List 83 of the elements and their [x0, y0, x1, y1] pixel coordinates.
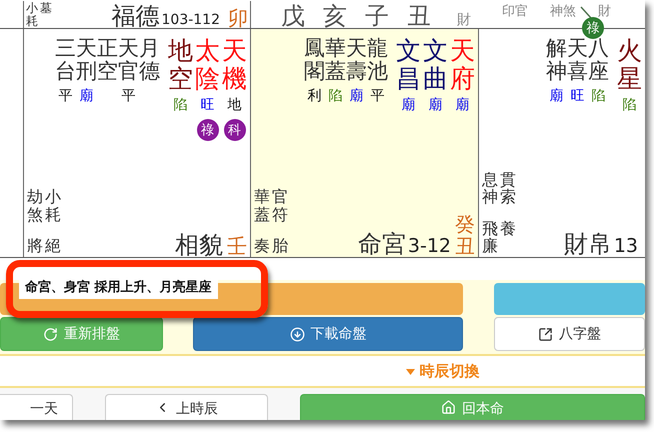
age-range: 13: [614, 236, 638, 257]
god-name: 劫煞: [27, 188, 43, 224]
palace-name: 相貌: [175, 233, 223, 257]
star-name: 天機: [222, 37, 247, 92]
star-name: 龍池: [367, 37, 388, 84]
ten-god-label: 印官: [502, 3, 528, 21]
download-icon: [290, 326, 304, 342]
star-brightness: 廟: [402, 98, 416, 114]
pillar-char: 亥: [323, 4, 347, 28]
star-name: 華蓋: [325, 37, 346, 84]
nav-button[interactable]: 上時辰: [105, 394, 268, 420]
transform-badge: 科: [224, 119, 246, 142]
star-brightness: 廟: [456, 98, 470, 114]
star-name: 天官: [118, 37, 139, 84]
star-name: 火星: [617, 37, 642, 92]
star-brightness: 地: [228, 98, 242, 114]
home-icon: [441, 400, 456, 415]
star-brightness: 旺: [570, 89, 584, 105]
star-brightness: 廟: [550, 89, 564, 105]
star-name: 天府: [450, 37, 475, 92]
star-name: 天壽: [346, 37, 367, 84]
god-name: 息神: [482, 170, 498, 206]
star-brightness: 廟: [428, 98, 442, 114]
caret-icon: [406, 368, 414, 374]
leader-line: [580, 6, 592, 19]
god-name: 小耗: [26, 2, 38, 28]
age-range: 103-112: [162, 12, 220, 28]
stem-branch: 癸丑: [455, 213, 475, 257]
star-name: 月德: [139, 37, 160, 84]
star-name: 天刑: [76, 37, 97, 84]
pillar-char: 丑: [407, 4, 431, 28]
ten-god-label: 神煞: [550, 3, 576, 21]
action-button[interactable]: 重新排盤: [0, 317, 163, 351]
transform-badge: 祿: [196, 119, 218, 142]
star-name: 文曲: [423, 37, 448, 92]
star-name: 三台: [55, 37, 76, 84]
action-button[interactable]: 下載命盤: [193, 317, 463, 351]
ten-god-label: 財: [457, 12, 471, 28]
external-link-icon: [538, 326, 553, 342]
star-brightness: 陷: [174, 98, 188, 114]
refresh-icon: [43, 326, 58, 342]
god-name: 官符: [272, 188, 288, 224]
star-brightness: 利: [308, 89, 322, 105]
star-name: 解神: [546, 37, 567, 84]
god-name: 飛廉: [482, 220, 498, 255]
palace-name: 命宮: [358, 232, 406, 256]
star-brightness: 陷: [592, 89, 606, 105]
pillar-char: 子: [365, 4, 389, 28]
god-name: 貫索: [500, 170, 516, 206]
god-name: 小耗: [45, 188, 61, 224]
god-name: 絕: [45, 237, 61, 255]
star-name: 地空: [168, 37, 193, 92]
pillar-char: 戊: [281, 4, 305, 28]
star-name: 文昌: [396, 37, 421, 92]
god-name: 華蓋: [254, 188, 270, 224]
palace-name: 福德: [112, 4, 160, 28]
star-brightness: 旺: [200, 98, 214, 114]
star-brightness: 廟: [80, 89, 94, 105]
toggle-button[interactable]: 時辰切換: [400, 361, 486, 382]
nav-button[interactable]: 一天: [0, 394, 73, 420]
star-brightness: 平: [122, 89, 136, 105]
stem-branch: 卯: [228, 8, 248, 28]
god-name: 胎: [272, 237, 288, 255]
star-name: 鳳閣: [304, 37, 325, 84]
palace-name: 財帛: [564, 232, 612, 256]
star-brightness: 陷: [622, 98, 636, 114]
star-brightness: 陷: [328, 89, 342, 105]
star-brightness: 平: [58, 89, 72, 105]
transform-badge: 祿: [582, 17, 604, 39]
star-name: 八座: [588, 37, 609, 84]
age-range: 3-12: [408, 236, 451, 257]
god-name: 養: [500, 220, 516, 240]
god-name: 奏: [254, 237, 270, 255]
star-brightness: 平: [370, 89, 384, 105]
star-name: 太陰: [195, 37, 220, 92]
nav-button[interactable]: 回本命: [300, 394, 645, 420]
star-brightness: 廟: [350, 89, 364, 105]
star-name: 正空: [97, 37, 118, 84]
star-name: 天喜: [567, 37, 588, 84]
stem-branch: 壬: [227, 235, 247, 257]
action-button[interactable]: 八字盤: [494, 317, 645, 351]
god-name: 將: [27, 237, 43, 255]
god-name: 墓: [40, 2, 52, 17]
